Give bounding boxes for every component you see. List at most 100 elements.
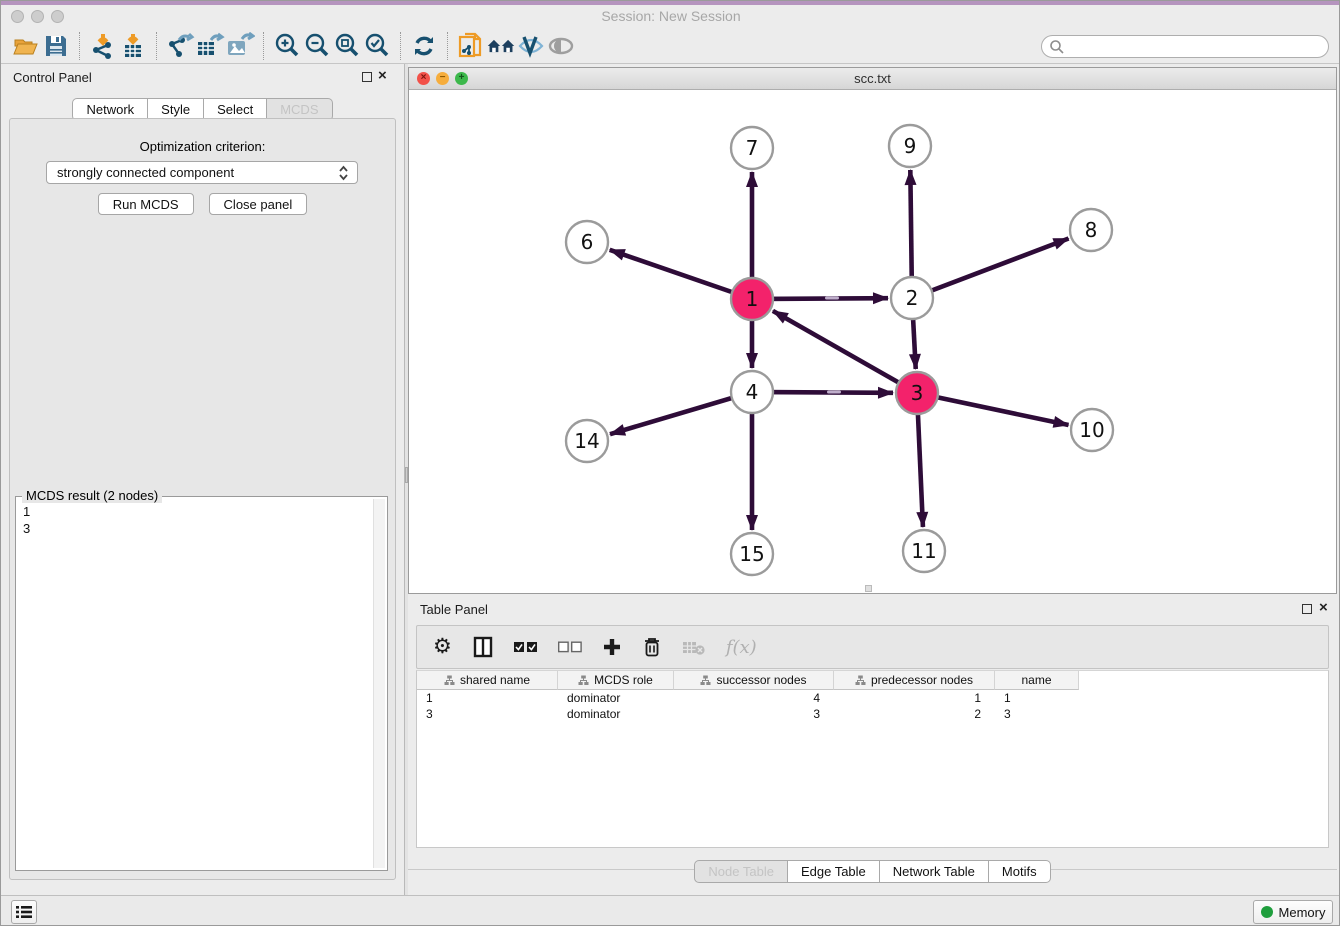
control-panel: Control Panel × NetworkStyleSelectMCDS O… xyxy=(1,64,404,895)
window-title: Session: New Session xyxy=(1,5,1340,28)
memory-button[interactable]: Memory xyxy=(1253,900,1333,924)
close-table-panel-icon[interactable]: × xyxy=(1319,599,1328,617)
table-row[interactable]: 1dominator411 xyxy=(417,690,1328,706)
delete-table-icon xyxy=(682,638,706,656)
zoom-out-button[interactable] xyxy=(302,31,332,61)
eye-icon xyxy=(546,33,576,59)
network-view-window[interactable]: × − + scc.txt 7 9 6 8 1 2 4 3 14 10 15 11 xyxy=(408,67,1337,594)
style-preview-button[interactable] xyxy=(516,31,546,61)
export-network-button[interactable] xyxy=(165,31,195,61)
close-panel-button[interactable]: Close panel xyxy=(209,193,308,215)
graph-node-6[interactable]: 6 xyxy=(566,221,608,263)
graph-node-11[interactable]: 11 xyxy=(903,530,945,572)
search-icon xyxy=(1049,39,1065,55)
task-history-button[interactable] xyxy=(11,900,37,924)
graph-edge-2-8[interactable] xyxy=(912,239,1069,298)
network-canvas[interactable]: 7 9 6 8 1 2 4 3 14 10 15 11 xyxy=(409,90,1336,593)
network-document-icon xyxy=(456,31,486,61)
graph-node-4[interactable]: 4 xyxy=(731,371,773,413)
graph-node-9[interactable]: 9 xyxy=(889,125,931,167)
export-table-button[interactable] xyxy=(195,31,225,61)
table-row[interactable]: 3dominator323 xyxy=(417,706,1328,722)
refresh-button[interactable] xyxy=(409,31,439,61)
import-network-button[interactable] xyxy=(88,31,118,61)
float-table-panel-icon[interactable] xyxy=(1302,604,1312,614)
select-all-columns-button[interactable] xyxy=(514,634,538,660)
show-columns-button[interactable] xyxy=(472,634,494,660)
table-cell: 2 xyxy=(834,706,995,722)
node-label: 7 xyxy=(746,136,759,160)
float-panel-icon[interactable] xyxy=(362,72,372,82)
mcds-result-groupbox: MCDS result (2 nodes) 13 xyxy=(15,496,388,871)
graph-node-14[interactable]: 14 xyxy=(566,420,608,462)
import-table-button[interactable] xyxy=(118,31,148,61)
search-input[interactable] xyxy=(1065,37,1328,56)
toolbar-separator xyxy=(263,32,264,60)
graph-edge-4-14[interactable] xyxy=(610,392,752,434)
unselect-all-columns-button[interactable] xyxy=(558,634,582,660)
tab-edge-table[interactable]: Edge Table xyxy=(788,860,880,883)
open-network-file-button[interactable] xyxy=(456,31,486,61)
node-label: 11 xyxy=(911,539,936,563)
table-settings-button[interactable]: ⚙ xyxy=(433,634,452,660)
zoom-fit-button[interactable] xyxy=(332,31,362,61)
save-session-button[interactable] xyxy=(41,31,71,61)
zoom-in-button[interactable] xyxy=(272,31,302,61)
table-cell: 3 xyxy=(674,706,834,722)
node-label: 9 xyxy=(904,134,917,158)
graph-edge-3-1[interactable] xyxy=(773,311,917,393)
graph-edge-3-10[interactable] xyxy=(917,393,1069,425)
column-header-label: name xyxy=(1021,673,1051,687)
graph-node-8[interactable]: 8 xyxy=(1070,209,1112,251)
run-mcds-button[interactable]: Run MCDS xyxy=(98,193,194,215)
graph-node-1[interactable]: 1 xyxy=(731,278,773,320)
table-cell: 4 xyxy=(674,690,834,706)
window-resize-handle[interactable] xyxy=(865,585,872,592)
column-header-label: shared name xyxy=(460,673,530,687)
import-table-icon xyxy=(119,32,147,60)
mcds-result-list[interactable]: 13 xyxy=(18,499,373,868)
graph-node-15[interactable]: 15 xyxy=(731,533,773,575)
columns-icon xyxy=(472,636,494,658)
function-builder-button-disabled: f(x) xyxy=(726,634,757,660)
search-field[interactable] xyxy=(1041,35,1329,58)
table-cell: 3 xyxy=(417,706,558,722)
application-window: Session: New Session xyxy=(0,0,1340,926)
tab-network-table[interactable]: Network Table xyxy=(880,860,989,883)
column-header-name[interactable]: name xyxy=(995,671,1079,690)
zoom-selected-button[interactable] xyxy=(362,31,392,61)
hide-panel-button[interactable] xyxy=(546,31,576,61)
node-label: 8 xyxy=(1085,218,1098,242)
column-header-MCDS-role[interactable]: MCDS role xyxy=(558,671,674,690)
table-cell: 1 xyxy=(834,690,995,706)
tab-motifs[interactable]: Motifs xyxy=(989,860,1051,883)
tab-node-table[interactable]: Node Table xyxy=(694,860,788,883)
create-column-button[interactable] xyxy=(602,634,622,660)
table-panel: Table Panel × ⚙ xyxy=(408,596,1337,895)
table-toolbar: ⚙ xyxy=(416,625,1329,669)
column-header-shared-name[interactable]: shared name xyxy=(417,671,558,690)
plus-icon xyxy=(602,637,622,657)
open-session-button[interactable] xyxy=(11,31,41,61)
optimization-criterion-select[interactable]: strongly connected component xyxy=(46,161,358,184)
graph-node-7[interactable]: 7 xyxy=(731,127,773,169)
homes-icon xyxy=(486,33,516,59)
mcds-panel: Optimization criterion: strongly connect… xyxy=(9,118,396,880)
delete-column-button[interactable] xyxy=(642,634,662,660)
node-label: 1 xyxy=(746,287,759,311)
export-image-button[interactable] xyxy=(225,31,255,61)
zoom-selected-icon xyxy=(363,32,391,60)
graph-node-10[interactable]: 10 xyxy=(1071,409,1113,451)
home-button[interactable] xyxy=(486,31,516,61)
table-body: 1dominator4113dominator323 xyxy=(417,690,1328,722)
app-titlebar[interactable]: Session: New Session xyxy=(1,5,1340,28)
network-window-titlebar[interactable]: × − + scc.txt xyxy=(409,68,1336,90)
graph-edge-1-6[interactable] xyxy=(610,250,752,299)
open-folder-icon xyxy=(12,32,40,60)
graph-node-2[interactable]: 2 xyxy=(891,277,933,319)
result-scrollbar[interactable] xyxy=(373,499,385,868)
column-header-successor-nodes[interactable]: successor nodes xyxy=(674,671,834,690)
column-header-predecessor-nodes[interactable]: predecessor nodes xyxy=(834,671,995,690)
close-panel-icon[interactable]: × xyxy=(378,67,387,85)
graph-node-3[interactable]: 3 xyxy=(896,372,938,414)
